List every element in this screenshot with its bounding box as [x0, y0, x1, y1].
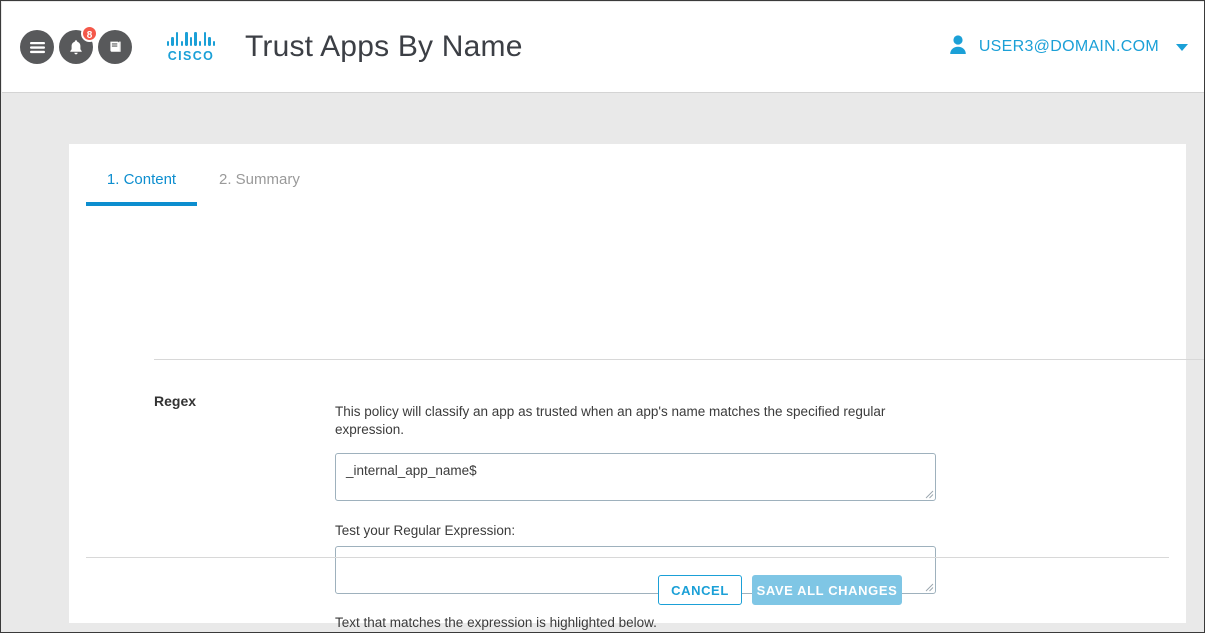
book-icon[interactable] [98, 30, 132, 64]
match-result-label: Text that matches the expression is high… [335, 615, 657, 631]
footer-divider [86, 557, 1169, 558]
regex-input-wrapper [335, 453, 936, 502]
content-card: 1. Content 2. Summary Regex This policy … [69, 144, 1204, 630]
hamburger-menu-icon[interactable] [20, 30, 54, 64]
tab-summary[interactable]: 2. Summary [219, 171, 300, 206]
cisco-wordmark: CISCO [167, 49, 215, 63]
user-menu[interactable]: USER3@DOMAIN.COM [948, 34, 1188, 60]
test-regex-label: Test your Regular Expression: [335, 523, 516, 539]
cisco-logo: CISCO [162, 31, 220, 63]
user-email-label: USER3@DOMAIN.COM [978, 38, 1159, 55]
bell-icon[interactable]: 8 [59, 25, 98, 64]
app-window: 8 CISCO Trust Apps By Name USER3@DOMAIN.… [0, 0, 1205, 633]
section-label-regex: Regex [154, 393, 197, 409]
card-actions: CANCEL SAVE ALL CHANGES [658, 575, 902, 605]
cancel-button[interactable]: CANCEL [658, 575, 742, 605]
regex-input[interactable] [335, 453, 936, 502]
save-all-changes-button[interactable]: SAVE ALL CHANGES [752, 575, 902, 605]
person-icon [948, 34, 968, 60]
header-icon-group: 8 [20, 25, 132, 64]
wizard-tabs: 1. Content 2. Summary [86, 171, 300, 206]
app-header: 8 CISCO Trust Apps By Name USER3@DOMAIN.… [2, 2, 1204, 93]
tab-content[interactable]: 1. Content [86, 171, 197, 206]
caret-down-icon[interactable] [1176, 43, 1188, 51]
page-title: Trust Apps By Name [245, 30, 523, 63]
tabs-divider [154, 359, 1204, 360]
notification-badge: 8 [81, 25, 98, 42]
regex-description: This policy will classify an app as trus… [335, 404, 886, 438]
cisco-bars-icon [166, 31, 216, 46]
